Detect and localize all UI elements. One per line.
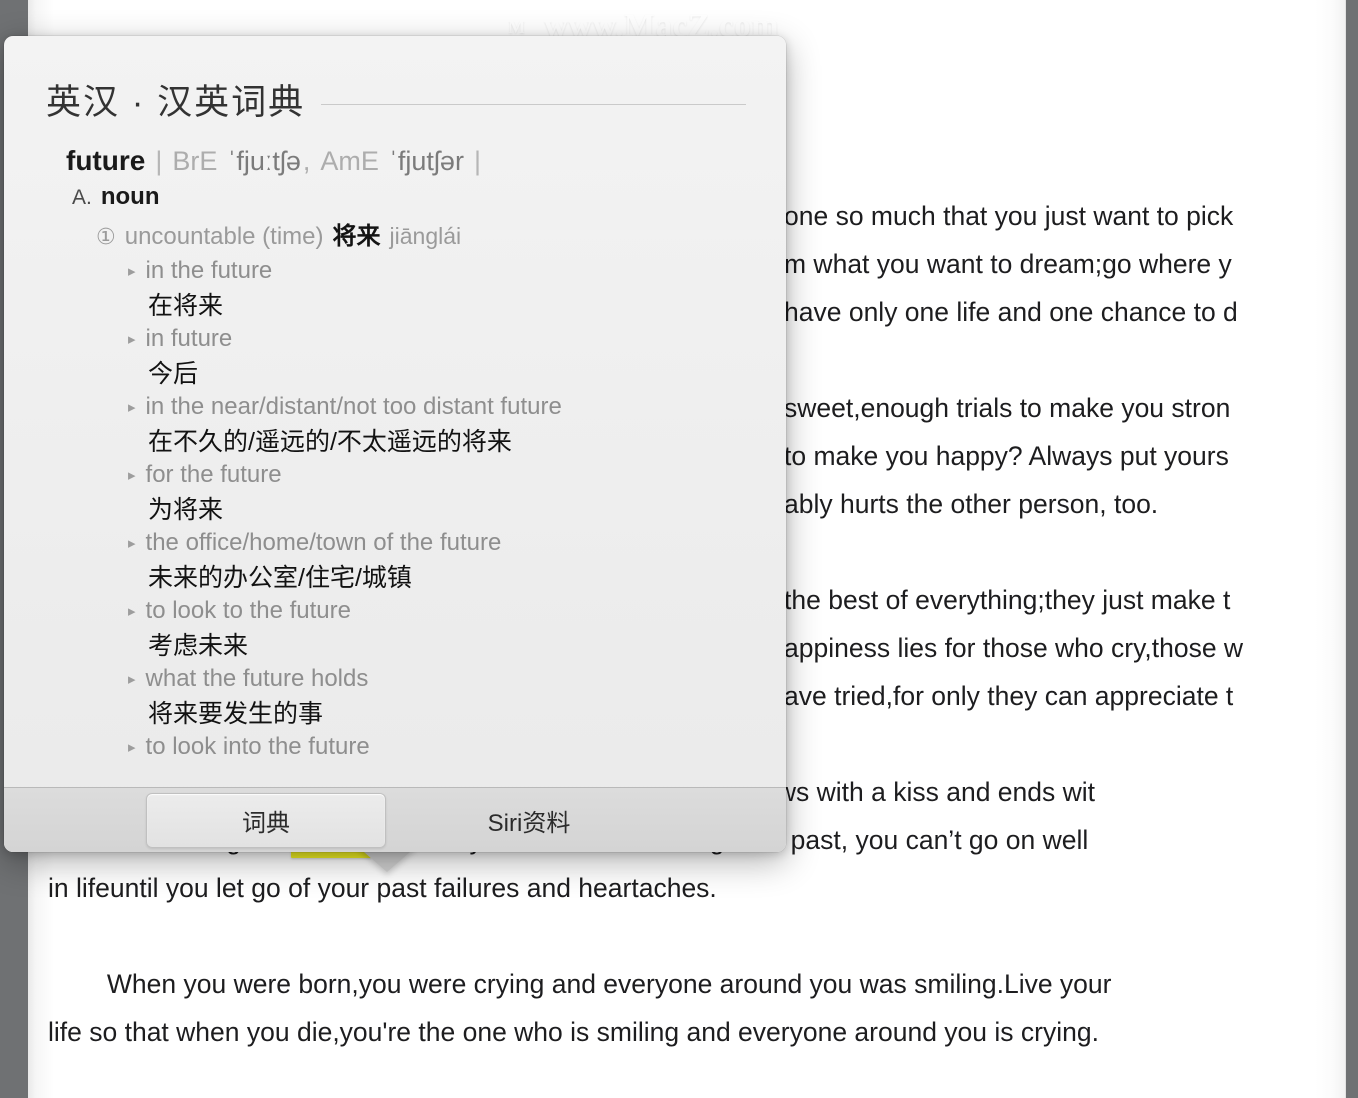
phrase-english-row: ▸ in the future: [128, 257, 786, 285]
phrase-list: ▸ in the future 在将来 ▸ in future 今后 ▸ in …: [128, 257, 786, 761]
document-line: life so that when you die,you're the one…: [48, 1017, 1099, 1047]
phrase-english: to look into the future: [145, 733, 370, 760]
ame-label: AmE: [320, 146, 379, 176]
triangle-bullet-icon: ▸: [128, 467, 136, 484]
bre-ipa: ˈfjuːtʃə: [227, 146, 301, 176]
phrase-item: ▸ what the future holds 将来要发生的事: [128, 665, 786, 730]
dictionary-title: 英汉 · 汉英词典: [46, 83, 306, 122]
phonetic-close-bar: |: [473, 146, 481, 176]
dictionary-popover[interactable]: 英汉 · 汉英词典 future | BrE ˈfjuːtʃə , AmE ˈf…: [4, 36, 786, 852]
dictionary-header: 英汉 · 汉英词典: [4, 36, 786, 125]
phrase-item: ▸ the office/home/town of the future 未来的…: [128, 529, 786, 594]
phrase-item: ▸ to look to the future 考虑未来: [128, 597, 786, 662]
phrase-chinese: 考虑未来: [148, 632, 249, 660]
triangle-bullet-icon: ▸: [128, 399, 136, 416]
phrase-english-row: ▸ in the near/distant/not too distant fu…: [128, 393, 786, 421]
phrase-english-row: ▸ what the future holds: [128, 665, 786, 693]
sense-chinese: 将来: [332, 223, 381, 250]
phrase-chinese: 为将来: [148, 496, 224, 524]
headword-text: future: [66, 145, 146, 176]
triangle-bullet-icon: ▸: [128, 603, 136, 620]
page-right-margin-rule: [1345, 0, 1346, 1098]
document-line: When you were born,you were crying and e…: [48, 969, 1112, 999]
phonetic-comma: ,: [302, 146, 311, 176]
dictionary-tab-bar: 词典 Siri资料: [4, 787, 786, 852]
phrase-english: in the near/distant/not too distant futu…: [145, 393, 562, 420]
triangle-bullet-icon: ▸: [128, 331, 136, 348]
header-divider-rule: [321, 104, 746, 105]
phrase-english-row: ▸ the office/home/town of the future: [128, 529, 786, 557]
triangle-bullet-icon: ▸: [128, 739, 136, 756]
tab-siri-knowledge[interactable]: Siri资料: [428, 793, 630, 848]
phrase-english: to look to the future: [145, 597, 351, 624]
phrase-chinese: 在不久的/遥远的/不太遥远的将来: [148, 428, 512, 456]
sense-pinyin: jiānglái: [389, 223, 462, 249]
phrase-english-row: ▸ to look to the future: [128, 597, 786, 625]
tab-dictionary[interactable]: 词典: [146, 792, 386, 848]
phrase-english: in future: [145, 325, 233, 352]
phrase-item: ▸ in the future 在将来: [128, 257, 786, 322]
dictionary-scroll-content[interactable]: 英汉 · 汉英词典 future | BrE ˈfjuːtʃə , AmE ˈf…: [4, 36, 786, 788]
triangle-bullet-icon: ▸: [128, 535, 136, 552]
phrase-chinese: 将来要发生的事: [148, 700, 324, 728]
phrase-item: ▸ for the future 为将来: [128, 461, 786, 526]
sense-row: ① uncountable (time) 将来 jiānglái: [96, 216, 786, 251]
phrase-english: what the future holds: [145, 665, 369, 692]
phrase-item: ▸ in the near/distant/not too distant fu…: [128, 393, 786, 458]
phrase-chinese: 在将来: [148, 292, 224, 320]
triangle-bullet-icon: ▸: [128, 263, 136, 280]
dictionary-entry: future | BrE ˈfjuːtʃə , AmE ˈfjutʃər | A…: [4, 125, 786, 761]
bre-label: BrE: [172, 146, 218, 176]
phrase-item: ▸ in future 今后: [128, 325, 786, 390]
phrase-english-row: ▸ to look into the future: [128, 733, 786, 761]
headword-row: future | BrE ˈfjuːtʃə , AmE ˈfjutʃər |: [66, 145, 786, 177]
phrase-english: for the future: [145, 461, 282, 488]
phrase-item-clipped: ▸ to look into the future: [128, 733, 786, 761]
sense-number: ①: [96, 224, 116, 249]
sense-grammar-label: uncountable (time): [124, 223, 324, 250]
phonetic-open-bar: |: [155, 146, 163, 176]
phrase-english-row: ▸ for the future: [128, 461, 786, 489]
pos-letter: A.: [72, 186, 92, 209]
phrase-chinese: 未来的办公室/住宅/城镇: [148, 564, 412, 592]
pos-name: noun: [100, 183, 160, 210]
ame-ipa: ˈfjutʃər: [388, 146, 464, 176]
triangle-bullet-icon: ▸: [128, 671, 136, 688]
part-of-speech-row: A. noun: [72, 183, 786, 211]
phrase-english: the office/home/town of the future: [145, 529, 502, 556]
phrase-english: in the future: [145, 257, 273, 284]
document-line: in lifeuntil you let go of your past fai…: [48, 873, 717, 903]
phrase-english-row: ▸ in future: [128, 325, 786, 353]
phrase-chinese: 今后: [148, 360, 199, 388]
